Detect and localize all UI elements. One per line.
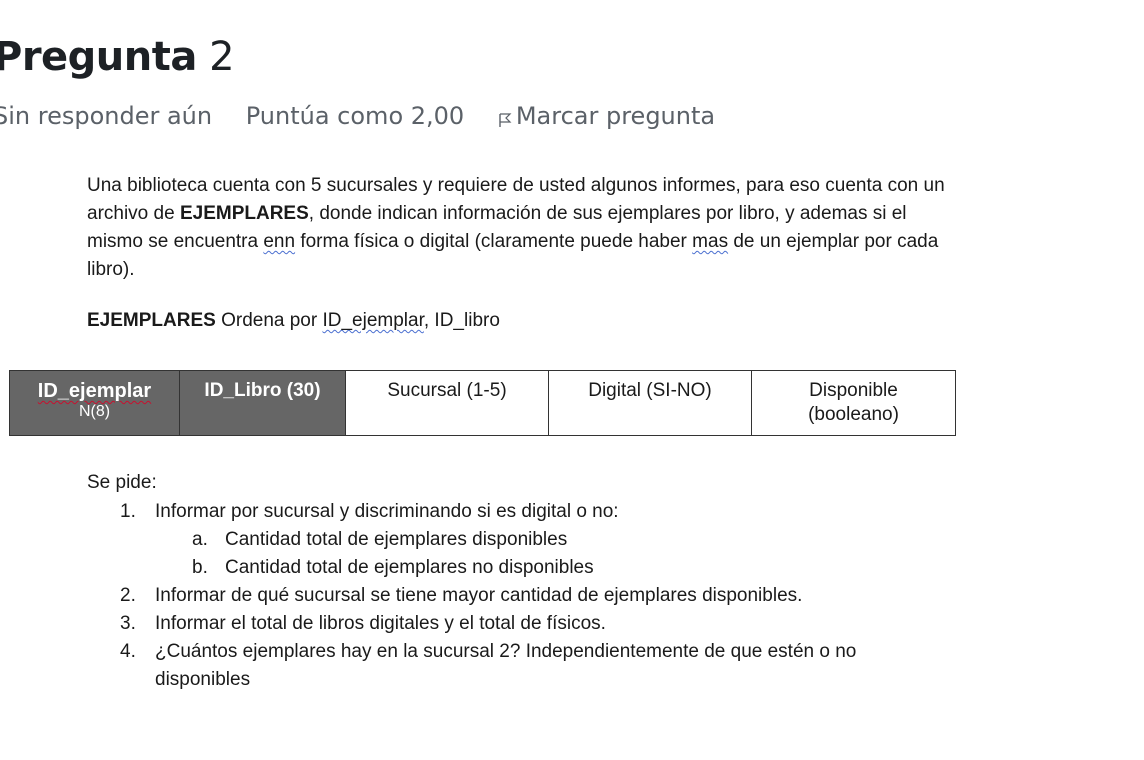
question-intro: Una biblioteca cuenta con 5 sucursales y… — [87, 172, 967, 284]
list-number: 2. — [120, 585, 136, 606]
question-number: 2 — [209, 34, 235, 80]
task-header: Se pide: — [87, 472, 157, 493]
list-number: 3. — [120, 613, 136, 634]
field-name: ID_Libro — [204, 380, 282, 401]
order-key-2: , ID_libro — [423, 310, 500, 331]
intro-text-mid2: forma física o digital (claramente puede… — [295, 231, 693, 252]
list-text: Cantidad total de ejemplares disponibles — [225, 529, 568, 550]
question-title: Pregunta 2 — [0, 34, 235, 80]
intro-paragraph: Una biblioteca cuenta con 5 sucursales y… — [87, 172, 967, 284]
flag-question-link[interactable]: Marcar pregunta — [498, 102, 741, 130]
question-grade: Puntúa como 2,00 — [245, 102, 465, 130]
intro-misspelled-word-2: mas — [692, 231, 729, 252]
order-text: Ordena por — [215, 310, 323, 331]
list-text: Informar el total de libros digitales y … — [155, 613, 606, 634]
intro-bold: EJEMPLARES — [179, 203, 309, 224]
list-item: b. Cantidad total de ejemplares no dispon… — [120, 554, 950, 582]
list-item: 2. Informar de qué sucursal se tiene mayo… — [120, 582, 950, 610]
intro-misspelled-word: enn — [263, 231, 296, 252]
list-item: 3. Informar el total de libros digitales … — [120, 610, 950, 638]
question-label: Pregunta — [0, 34, 197, 80]
field-name: ID_ejemplar — [37, 380, 152, 402]
file-order-line: EJEMPLARES Ordena por ID_ejemplar, ID_li… — [87, 310, 500, 332]
task-list: 1. Informar por sucursal y discriminando … — [120, 498, 950, 694]
field-name: Disponible — [809, 380, 898, 401]
table-row: ID_ejemplar N(8) ID_Libro (30) Sucursal (… — [9, 370, 956, 436]
list-number: 4. — [120, 641, 136, 662]
list-number: 1. — [120, 501, 136, 522]
flag-icon — [499, 113, 512, 127]
field-type: (30) — [281, 380, 321, 401]
list-number: b. — [192, 557, 208, 578]
flag-label: Marcar pregunta — [515, 102, 716, 130]
list-number: a. — [192, 529, 208, 550]
field-disponible: Disponible (booleano) — [751, 370, 956, 436]
list-text: Informar de qué sucursal se tiene mayor … — [155, 585, 803, 606]
list-text: Informar por sucursal y discriminando si… — [155, 501, 619, 522]
field-digital: Digital (SI-NO) — [548, 370, 752, 436]
field-id-ejemplar: ID_ejemplar N(8) — [9, 370, 180, 436]
list-item: 4. ¿Cuántos ejemplares hay en la sucursal… — [120, 638, 950, 694]
file-name: EJEMPLARES — [87, 310, 216, 331]
order-key-1: ID_ejemplar — [322, 310, 424, 331]
field-type: (booleano) — [808, 404, 899, 425]
field-sucursal: Sucursal (1-5) — [345, 370, 549, 436]
field-type: N(8) — [78, 403, 111, 420]
list-item: 1. Informar por sucursal y discriminando … — [120, 498, 950, 526]
record-structure-table: ID_ejemplar N(8) ID_Libro (30) Sucursal (… — [9, 370, 956, 436]
list-text: Cantidad total de ejemplares no disponib… — [225, 557, 594, 578]
list-text: ¿Cuántos ejemplares hay en la sucursal 2… — [155, 641, 857, 690]
list-item: a. Cantidad total de ejemplares disponibl… — [120, 526, 950, 554]
question-info: Sin responder aún Puntúa como 2,00 Marca… — [0, 102, 767, 130]
field-id-libro: ID_Libro (30) — [179, 370, 346, 436]
question-status: Sin responder aún — [0, 102, 213, 130]
